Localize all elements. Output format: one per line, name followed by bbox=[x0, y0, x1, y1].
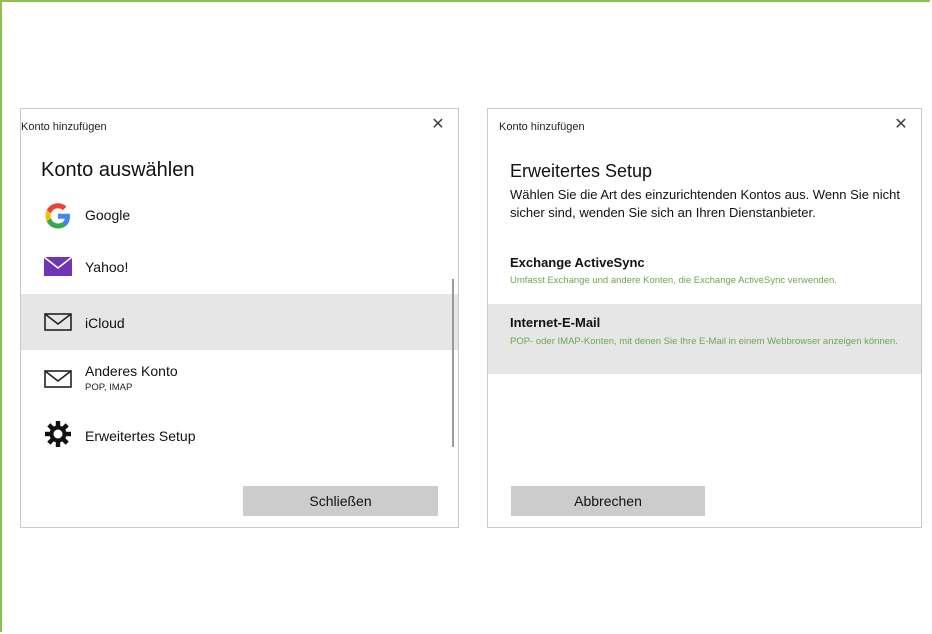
account-item-sublabel: POP, IMAP bbox=[85, 382, 133, 393]
titlebar: Konto hinzufügen ✕ bbox=[488, 109, 921, 143]
option-exchange-activesync[interactable]: Exchange ActiveSync Umfasst Exchange und… bbox=[488, 249, 921, 291]
close-button[interactable]: Schließen bbox=[243, 486, 438, 516]
add-account-dialog: Konto hinzufügen ✕ Konto auswählen Googl… bbox=[20, 108, 459, 528]
account-item-icloud[interactable]: iCloud bbox=[21, 294, 458, 350]
account-item-label: Erweitertes Setup bbox=[85, 428, 196, 444]
account-item-label: Yahoo! bbox=[85, 259, 129, 275]
page-title: Erweitertes Setup bbox=[510, 161, 653, 181]
option-title: Internet-E-Mail bbox=[510, 315, 601, 330]
mail-icon bbox=[44, 370, 72, 388]
mail-icon bbox=[44, 313, 72, 331]
cancel-button[interactable]: Abbrechen bbox=[511, 486, 705, 516]
account-item-other[interactable]: Anderes Konto POP, IMAP bbox=[21, 351, 458, 407]
account-item-label: iCloud bbox=[85, 315, 125, 331]
dialog-title: Konto hinzufügen bbox=[21, 121, 107, 133]
close-icon[interactable]: ✕ bbox=[428, 115, 448, 135]
page-description: Wählen Sie die Art des einzurichtenden K… bbox=[510, 187, 900, 220]
option-internet-email[interactable]: Internet-E-Mail POP- oder IMAP-Konten, m… bbox=[488, 304, 921, 374]
page-title: Konto auswählen bbox=[41, 159, 195, 181]
google-icon bbox=[45, 203, 70, 229]
option-description: POP- oder IMAP-Konten, mit denen Sie Ihr… bbox=[510, 336, 898, 347]
scrollbar[interactable] bbox=[452, 279, 454, 447]
advanced-setup-dialog: Konto hinzufügen ✕ Erweitertes Setup Wäh… bbox=[487, 108, 922, 528]
yahoo-mail-icon bbox=[43, 256, 73, 276]
option-title: Exchange ActiveSync bbox=[510, 255, 645, 270]
gear-icon bbox=[45, 421, 71, 447]
account-item-google[interactable]: Google bbox=[21, 189, 458, 245]
dialog-title: Konto hinzufügen bbox=[499, 121, 585, 133]
option-description: Umfasst Exchange und andere Konten, die … bbox=[510, 275, 837, 286]
close-icon[interactable]: ✕ bbox=[891, 115, 911, 135]
account-item-label: Google bbox=[85, 207, 131, 223]
account-item-advanced-setup[interactable]: Erweitertes Setup bbox=[21, 407, 458, 463]
titlebar: Konto hinzufügen ✕ bbox=[21, 109, 458, 143]
account-item-label: Anderes Konto bbox=[85, 363, 178, 379]
account-item-yahoo[interactable]: Yahoo! bbox=[21, 239, 458, 295]
